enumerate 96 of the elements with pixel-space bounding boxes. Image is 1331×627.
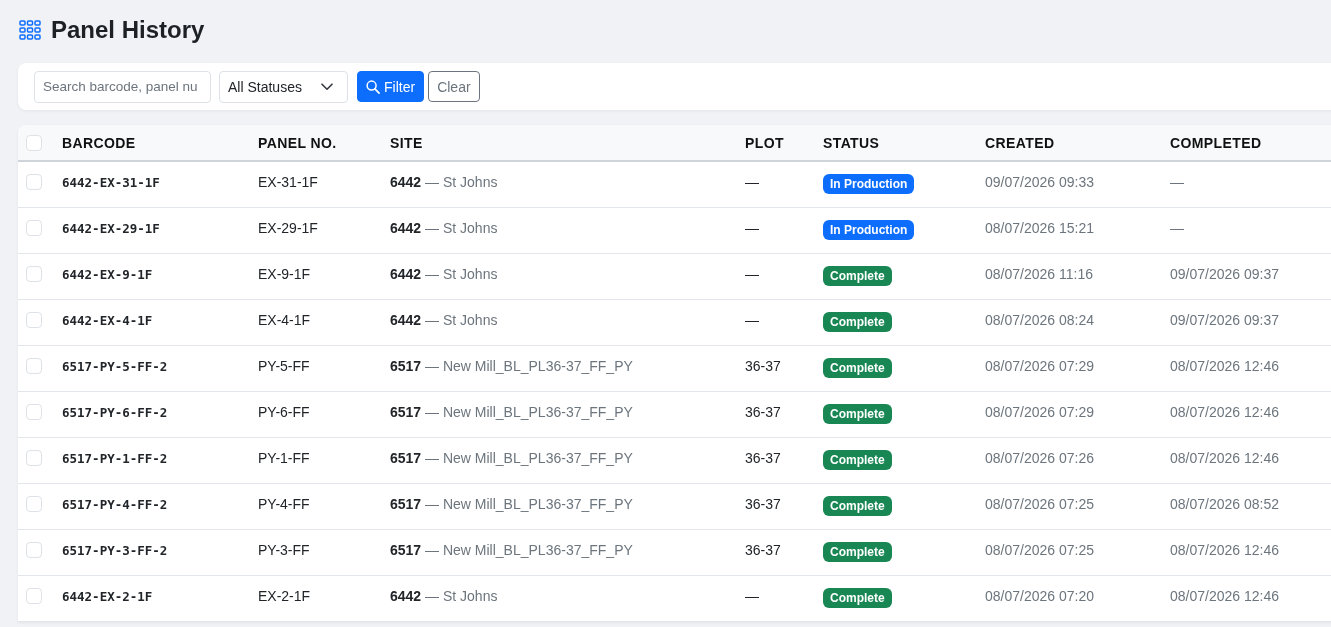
column-header: CREATED [985, 134, 1055, 151]
panel-number-cell: PY-4-FF [258, 496, 310, 512]
plot-cell: — [745, 266, 759, 282]
panel-number-cell: EX-31-1F [258, 174, 318, 190]
status-badge: Complete [823, 404, 892, 424]
checkbox[interactable] [26, 542, 42, 558]
grid-icon [19, 20, 41, 40]
plot-cell: — [745, 220, 759, 236]
site-cell: 6442 — St Johns [390, 220, 498, 236]
status-badge: Complete [823, 450, 892, 470]
status-badge: Complete [823, 358, 892, 378]
column-header: STATUS [823, 134, 880, 151]
completed-cell: 09/07/2026 09:37 [1170, 312, 1279, 328]
site-cell: 6442 — St Johns [390, 588, 498, 604]
plot-cell: 36-37 [745, 496, 781, 512]
status-badge: In Production [823, 174, 915, 194]
created-cell: 08/07/2026 07:25 [985, 496, 1094, 512]
checkbox[interactable] [26, 496, 42, 512]
completed-cell: 09/07/2026 09:37 [1170, 266, 1279, 282]
barcode-cell: 6517-PY-5-FF-2 [62, 359, 168, 374]
created-cell: 08/07/2026 08:24 [985, 312, 1094, 328]
site-cell: 6517 — New Mill_BL_PL36-37_FF_PY [390, 358, 633, 374]
barcode-cell: 6517-PY-4-FF-2 [62, 497, 168, 512]
checkbox[interactable] [26, 312, 42, 328]
created-cell: 09/07/2026 09:33 [985, 174, 1094, 190]
status-badge: Complete [823, 266, 892, 286]
plot-cell: — [745, 312, 759, 328]
plot-cell: — [745, 174, 759, 190]
plot-cell: 36-37 [745, 450, 781, 466]
search-icon [366, 79, 380, 94]
site-cell: 6517 — New Mill_BL_PL36-37_FF_PY [390, 542, 633, 558]
page-title: Panel History [51, 16, 205, 44]
checkbox[interactable] [26, 588, 42, 604]
search-field[interactable]: Search barcode, panel nu [34, 70, 211, 103]
created-cell: 08/07/2026 07:29 [985, 404, 1094, 420]
column-header: PANEL NO. [258, 134, 337, 151]
completed-cell: 08/07/2026 12:46 [1170, 450, 1279, 466]
barcode-cell: 6517-PY-3-FF-2 [62, 543, 168, 558]
created-cell: 08/07/2026 07:25 [985, 542, 1094, 558]
barcode-cell: 6442-EX-9-1F [62, 267, 153, 282]
clear-button[interactable]: Clear [428, 71, 480, 102]
site-cell: 6517 — New Mill_BL_PL36-37_FF_PY [390, 496, 633, 512]
site-cell: 6517 — New Mill_BL_PL36-37_FF_PY [390, 404, 633, 420]
completed-cell: 08/07/2026 12:46 [1170, 588, 1279, 604]
status-badge: In Production [823, 220, 915, 240]
panel-number-cell: PY-1-FF [258, 450, 310, 466]
plot-cell: 36-37 [745, 542, 781, 558]
panel-number-cell: EX-4-1F [258, 312, 311, 328]
panel-number-cell: EX-2-1F [258, 588, 311, 604]
status-badge: Complete [823, 588, 892, 608]
checkbox[interactable] [26, 134, 42, 151]
status-badge: Complete [823, 542, 892, 562]
plot-cell: 36-37 [745, 404, 781, 420]
created-cell: 08/07/2026 11:16 [985, 266, 1093, 282]
completed-cell: 08/07/2026 08:52 [1170, 496, 1279, 512]
site-cell: 6442 — St Johns [390, 312, 498, 328]
site-cell: 6442 — St Johns [390, 174, 498, 190]
barcode-cell: 6442-EX-2-1F [62, 589, 153, 604]
completed-cell: 08/07/2026 12:46 [1170, 542, 1279, 558]
status-dropdown[interactable]: All Statuses [219, 70, 348, 103]
status-badge: Complete [823, 312, 892, 332]
created-cell: 08/07/2026 07:29 [985, 358, 1094, 374]
plot-cell: — [745, 588, 759, 604]
completed-cell: — [1170, 220, 1184, 236]
panel-number-cell: PY-6-FF [258, 404, 310, 420]
checkbox[interactable] [26, 358, 42, 374]
site-cell: 6517 — New Mill_BL_PL36-37_FF_PY [390, 450, 633, 466]
chevron-down-icon [321, 82, 333, 91]
completed-cell: 08/07/2026 12:46 [1170, 358, 1279, 374]
completed-cell: — [1170, 174, 1184, 190]
status-badge: Complete [823, 496, 892, 516]
checkbox[interactable] [26, 174, 42, 190]
checkbox[interactable] [26, 404, 42, 420]
barcode-cell: 6442-EX-29-1F [62, 221, 160, 236]
barcode-cell: 6517-PY-6-FF-2 [62, 405, 168, 420]
filter-button[interactable]: Filter [357, 71, 425, 102]
column-header: BARCODE [62, 134, 136, 151]
created-cell: 08/07/2026 15:21 [985, 220, 1094, 236]
checkbox[interactable] [26, 450, 42, 466]
created-cell: 08/07/2026 07:20 [985, 588, 1094, 604]
checkbox[interactable] [26, 220, 42, 236]
site-cell: 6442 — St Johns [390, 266, 498, 282]
completed-cell: 08/07/2026 12:46 [1170, 404, 1279, 420]
created-cell: 08/07/2026 07:26 [985, 450, 1094, 466]
panel-number-cell: PY-5-FF [258, 358, 310, 374]
barcode-cell: 6442-EX-31-1F [62, 175, 160, 190]
checkbox[interactable] [26, 266, 42, 282]
column-header: SITE [390, 134, 423, 151]
panel-number-cell: EX-9-1F [258, 266, 311, 282]
plot-cell: 36-37 [745, 358, 781, 374]
panel-number-cell: EX-29-1F [258, 220, 318, 236]
panel-number-cell: PY-3-FF [258, 542, 310, 558]
column-header: PLOT [745, 134, 784, 151]
barcode-cell: 6517-PY-1-FF-2 [62, 451, 168, 466]
column-header: COMPLETED [1170, 134, 1262, 151]
barcode-cell: 6442-EX-4-1F [62, 313, 153, 328]
